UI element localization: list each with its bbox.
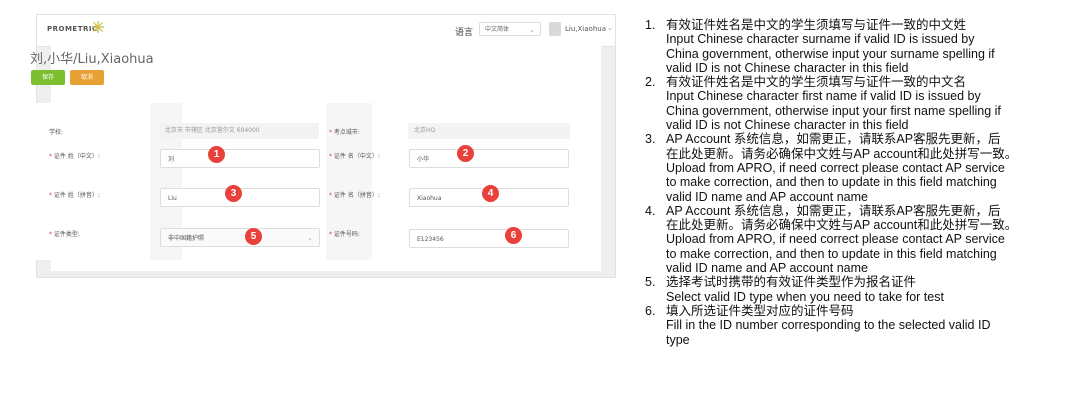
idtype-select[interactable]: 非中国籍护照 ⌄ (160, 228, 320, 247)
surname-cn-label: * 证件 姓（中文）: (49, 153, 100, 160)
firstname-cn-label: * 证件 名（中文）: (329, 153, 380, 160)
chevron-down-icon: ⌄ (307, 234, 313, 242)
firstname-cn-input[interactable]: 小华 (409, 149, 569, 168)
idtype-label: * 证件类型: (49, 231, 80, 238)
firstname-py-label: * 证件 名（拼音）: (329, 192, 380, 199)
instruction-item: 1. 有效证件姓名是中文的学生须填写与证件一致的中文姓 Input Chines… (645, 18, 995, 75)
cancel-button[interactable]: 取消 (70, 70, 104, 85)
school-value: 北京市 市辖区 北京营尔文 694000 (159, 123, 319, 139)
profile-form: 学校: 北京市 市辖区 北京营尔文 694000 * 考点城市: 北京HQ * … (32, 103, 570, 260)
surname-py-label: * 证件 姓（拼音）: (49, 192, 100, 199)
city-value: 北京HQ (408, 123, 570, 139)
instruction-item: 4. AP Account 系统信息，如需更正，请联系AP客服先更新，后 在此处… (645, 203, 1018, 276)
instruction-item: 6. 填入所选证件类型对应的证件号码 Fill in the ID number… (645, 303, 991, 347)
instruction-item: 5. 选择考试时携带的有效证件类型作为报名证件 Select valid ID … (645, 275, 944, 304)
avatar[interactable] (549, 22, 561, 36)
city-label: * 考点城市: (329, 129, 360, 136)
chevron-down-icon: ⌄ (529, 26, 535, 34)
language-select[interactable]: 中文简体 ⌄ (479, 22, 541, 36)
surname-cn-input[interactable]: 刘 (160, 149, 320, 168)
school-label: 学校: (49, 129, 64, 136)
annotation-marker-2: 2 (457, 145, 474, 162)
language-value: 中文简体 (485, 26, 510, 33)
chevron-down-icon[interactable]: ⌄ (607, 24, 613, 32)
top-bar: PROMETRIC 语言 中文简体 ⌄ Liu,Xiaohua ⌄ (37, 15, 615, 47)
annotation-marker-5: 5 (245, 228, 262, 245)
annotation-marker-3: 3 (225, 185, 242, 202)
instruction-item: 3. AP Account 系统信息，如需更正，请联系AP客服先更新，后 在此处… (645, 132, 1018, 204)
save-button[interactable]: 保存 (31, 70, 65, 85)
idtype-value: 非中国籍护照 (168, 235, 205, 242)
annotation-marker-4: 4 (482, 185, 499, 202)
user-menu[interactable]: Liu,Xiaohua (565, 25, 606, 33)
annotation-marker-1: 1 (208, 146, 225, 163)
annotation-marker-6: 6 (505, 227, 522, 244)
idnum-input[interactable]: E123456 (409, 229, 569, 248)
idnum-label: * 证件号码: (329, 231, 360, 238)
instruction-item: 2. 有效证件姓名是中文的学生须填写与证件一致的中文名 Input Chines… (645, 75, 1001, 133)
page-title: 刘,小华/Liu,Xiaohua (30, 52, 154, 67)
instruction-list: 1. 有效证件姓名是中文的学生须填写与证件一致的中文姓 Input Chines… (642, 18, 1072, 347)
logo-star-icon (92, 21, 104, 33)
language-label: 语言 (455, 28, 474, 38)
